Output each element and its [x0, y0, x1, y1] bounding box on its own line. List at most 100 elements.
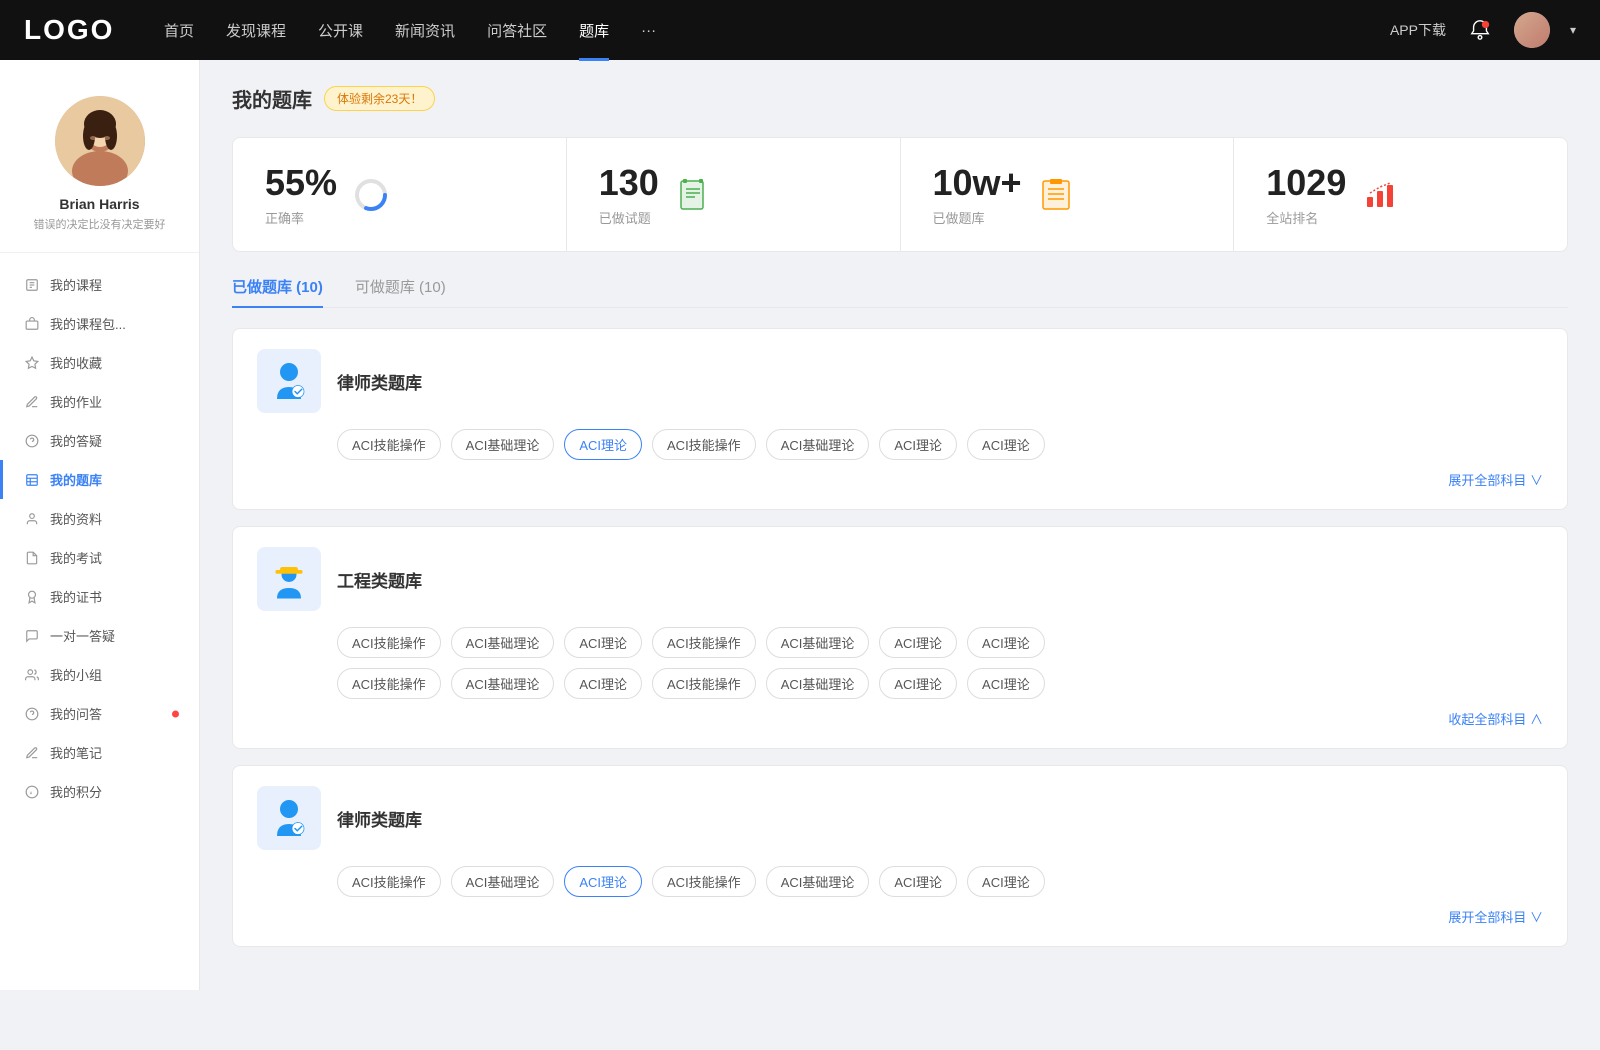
logo: LOGO — [24, 14, 124, 46]
sidebar-item-my-courses[interactable]: 我的课程 — [0, 265, 199, 304]
nav-home[interactable]: 首页 — [164, 20, 194, 41]
collapse-btn-2[interactable]: 收起全部科目 ∧ — [257, 709, 1543, 728]
engineer-bank-icon — [257, 547, 321, 611]
bank-tag[interactable]: ACI理论 — [967, 668, 1045, 699]
stats-row: 55% 正确率 130 已做试题 — [232, 137, 1568, 252]
homework-icon — [24, 394, 40, 410]
bank-tag[interactable]: ACI基础理论 — [451, 429, 555, 460]
navbar-right: APP下载 ▾ — [1390, 12, 1576, 48]
bank-tag[interactable]: ACI理论 — [879, 668, 957, 699]
profile-motto: 错误的决定比没有决定要好 — [22, 216, 178, 232]
tab-completed-banks[interactable]: 已做题库 (10) — [232, 276, 323, 307]
bank-tag[interactable]: ACI理论 — [879, 866, 957, 897]
bank-tag[interactable]: ACI技能操作 — [337, 668, 441, 699]
bell-icon[interactable] — [1466, 16, 1494, 44]
menu-label: 我的课程包... — [50, 314, 126, 333]
main-container: Brian Harris 错误的决定比没有决定要好 我的课程 我的课程包... … — [0, 60, 1600, 990]
bank-tag[interactable]: ACI基础理论 — [766, 429, 870, 460]
sidebar-item-course-package[interactable]: 我的课程包... — [0, 304, 199, 343]
bank-section-engineer: 工程类题库 ACI技能操作 ACI基础理论 ACI理论 ACI技能操作 ACI基… — [232, 526, 1568, 749]
bank-tag[interactable]: ACI技能操作 — [652, 668, 756, 699]
menu-label: 我的笔记 — [50, 743, 102, 762]
expand-btn-3[interactable]: 展开全部科目 ∨ — [257, 907, 1543, 926]
nav-discover[interactable]: 发现课程 — [226, 20, 286, 41]
user-dropdown-arrow[interactable]: ▾ — [1570, 23, 1576, 37]
bank-tag[interactable]: ACI基础理论 — [766, 627, 870, 658]
bank-header: 律师类题库 — [257, 349, 1543, 413]
menu-label: 我的作业 — [50, 392, 102, 411]
stat-questions-done-content: 130 已做试题 — [599, 162, 659, 227]
bank-tag[interactable]: ACI技能操作 — [652, 627, 756, 658]
bank-tag[interactable]: ACI基础理论 — [766, 866, 870, 897]
bank-tags-3: ACI技能操作 ACI基础理论 ACI理论 ACI技能操作 ACI基础理论 AC… — [337, 866, 1543, 897]
sidebar-item-homework[interactable]: 我的作业 — [0, 382, 199, 421]
bank-tag[interactable]: ACI理论 — [967, 866, 1045, 897]
bank-tag[interactable]: ACI理论 — [879, 429, 957, 460]
stat-label: 已做试题 — [599, 208, 659, 227]
bank-tag[interactable]: ACI基础理论 — [766, 668, 870, 699]
bank-tag[interactable]: ACI理论 — [879, 627, 957, 658]
bank-tag[interactable]: ACI基础理论 — [451, 627, 555, 658]
bank-tag-selected[interactable]: ACI理论 — [564, 429, 642, 460]
bank-tag[interactable]: ACI技能操作 — [652, 429, 756, 460]
bank-tag[interactable]: ACI技能操作 — [337, 627, 441, 658]
app-download-link[interactable]: APP下载 — [1390, 20, 1446, 40]
menu-label: 我的证书 — [50, 587, 102, 606]
group-icon — [24, 667, 40, 683]
bank-tags-2-row1: ACI技能操作 ACI基础理论 ACI理论 ACI技能操作 ACI基础理论 AC… — [337, 627, 1543, 658]
trial-badge: 体验剩余23天！ — [324, 86, 435, 111]
bank-tag[interactable]: ACI理论 — [564, 627, 642, 658]
stat-label: 已做题库 — [933, 208, 1022, 227]
sidebar-item-points[interactable]: ¥ 我的积分 — [0, 772, 199, 811]
bank-tag[interactable]: ACI理论 — [967, 429, 1045, 460]
nav-question-bank[interactable]: 题库 — [579, 20, 609, 41]
menu-label: 我的小组 — [50, 665, 102, 684]
stat-ranking-content: 1029 全站排名 — [1266, 162, 1346, 227]
menu-label: 我的问答 — [50, 704, 102, 723]
bank-section-lawyer-1: 律师类题库 ACI技能操作 ACI基础理论 ACI理论 ACI技能操作 ACI基… — [232, 328, 1568, 510]
expand-btn-1[interactable]: 展开全部科目 ∨ — [257, 470, 1543, 489]
nav-qa[interactable]: 问答社区 — [487, 20, 547, 41]
bank-title-2: 工程类题库 — [337, 567, 422, 592]
sidebar-item-group[interactable]: 我的小组 — [0, 655, 199, 694]
exam-icon — [24, 550, 40, 566]
question-icon — [24, 433, 40, 449]
bank-tag[interactable]: ACI基础理论 — [451, 668, 555, 699]
menu-label: 我的答疑 — [50, 431, 102, 450]
stat-banks-done-content: 10w+ 已做题库 — [933, 162, 1022, 227]
bank-tag[interactable]: ACI技能操作 — [337, 866, 441, 897]
sidebar-item-favorites[interactable]: 我的收藏 — [0, 343, 199, 382]
bank-icon — [24, 472, 40, 488]
bank-tag[interactable]: ACI理论 — [967, 627, 1045, 658]
bank-tag[interactable]: ACI基础理论 — [451, 866, 555, 897]
sidebar-item-tutoring[interactable]: 一对一答疑 — [0, 616, 199, 655]
star-icon — [24, 355, 40, 371]
bank-tag[interactable]: ACI技能操作 — [337, 429, 441, 460]
profile-icon — [24, 511, 40, 527]
list-icon — [1038, 177, 1074, 213]
page-header: 我的题库 体验剩余23天！ — [232, 84, 1568, 113]
sidebar-item-question-bank[interactable]: 我的题库 — [0, 460, 199, 499]
navbar: LOGO 首页 发现课程 公开课 新闻资讯 问答社区 题库 ··· APP下载 … — [0, 0, 1600, 60]
menu-label: 我的题库 — [50, 470, 102, 489]
menu-label: 我的收藏 — [50, 353, 102, 372]
sidebar-item-certificate[interactable]: 我的证书 — [0, 577, 199, 616]
package-icon — [24, 316, 40, 332]
bank-section-lawyer-2: 律师类题库 ACI技能操作 ACI基础理论 ACI理论 ACI技能操作 ACI基… — [232, 765, 1568, 947]
sidebar-item-profile[interactable]: 我的资料 — [0, 499, 199, 538]
sidebar-item-my-qa[interactable]: 我的问答 — [0, 694, 199, 733]
nav-news[interactable]: 新闻资讯 — [395, 20, 455, 41]
user-avatar-nav[interactable] — [1514, 12, 1550, 48]
nav-opencourse[interactable]: 公开课 — [318, 20, 363, 41]
bank-tag-selected[interactable]: ACI理论 — [564, 866, 642, 897]
sidebar-item-answer-questions[interactable]: 我的答疑 — [0, 421, 199, 460]
tab-available-banks[interactable]: 可做题库 (10) — [355, 276, 446, 307]
points-icon: ¥ — [24, 784, 40, 800]
menu-label: 我的课程 — [50, 275, 102, 294]
sidebar-item-exam[interactable]: 我的考试 — [0, 538, 199, 577]
bank-tag[interactable]: ACI技能操作 — [652, 866, 756, 897]
sidebar-item-notes[interactable]: 我的笔记 — [0, 733, 199, 772]
bank-tag[interactable]: ACI理论 — [564, 668, 642, 699]
nav-more[interactable]: ··· — [641, 22, 656, 39]
svg-text:¥: ¥ — [30, 790, 33, 795]
